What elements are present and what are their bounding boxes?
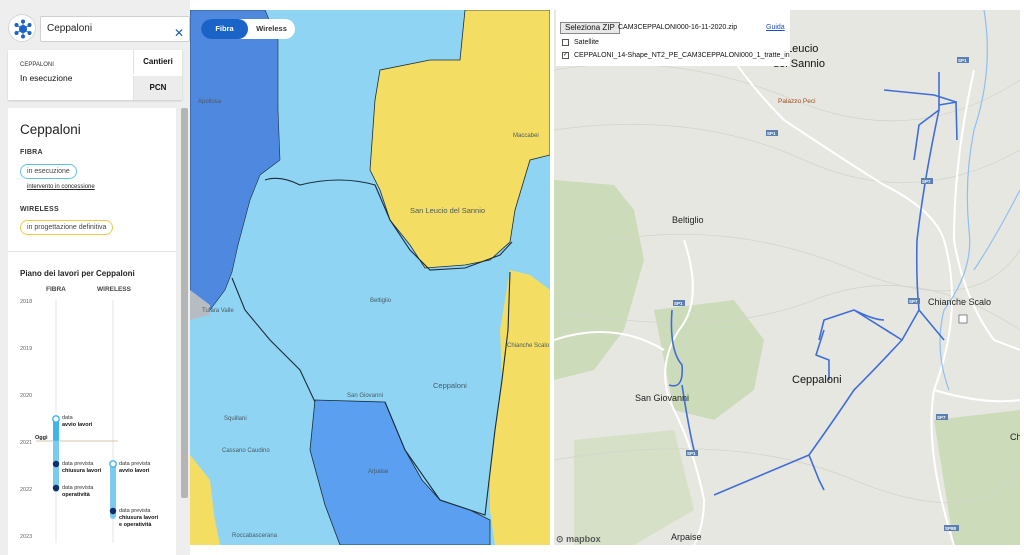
fibra-event-line2: operatività	[62, 492, 91, 498]
status-state: In esecuzione	[20, 73, 73, 83]
year-label: 2018	[20, 299, 32, 305]
place-label: Arpaise	[671, 532, 702, 542]
svg-text:SP1: SP1	[958, 58, 967, 63]
year-label: 2019	[20, 346, 32, 352]
network-type-toggle: Fibra Wireless	[201, 19, 295, 39]
place-label: San Giovanni	[635, 393, 689, 403]
wireless-milestone-start	[109, 460, 117, 468]
timeline-chart: 2018 2019 2020 2021 2022 2023 Oggi data …	[20, 299, 159, 543]
fibra-milestone-start	[52, 415, 60, 423]
place-label: Squillani	[224, 416, 247, 422]
svg-text:SP1: SP1	[687, 451, 696, 456]
satellite-checkbox[interactable]	[562, 39, 569, 46]
fibra-milestone-operational	[52, 484, 60, 492]
wireless-event-line2: chiusura lavori	[119, 515, 159, 521]
year-label: 2021	[20, 440, 32, 446]
search-input[interactable]: Ceppaloni ✕	[40, 16, 190, 42]
divider	[8, 251, 176, 252]
place-label: Chianche Scalo	[928, 297, 991, 307]
place-label: Apollosa	[198, 99, 222, 105]
close-icon[interactable]: ✕	[171, 22, 187, 44]
place-label: Arpaise	[368, 469, 389, 475]
place-label: Chianche Scalo	[507, 343, 550, 349]
app-root: Ceppaloni ✕ CEPPALONI In esecuzione Cant…	[0, 0, 1024, 555]
fibra-milestone-close	[52, 460, 60, 468]
place-label: Beltiglio	[672, 215, 704, 225]
place-label: Roccabascerana	[232, 533, 278, 539]
svg-text:SP1: SP1	[767, 131, 776, 136]
svg-text:SP1: SP1	[674, 301, 683, 306]
place-label: Palazzo Peci	[778, 98, 816, 105]
mapbox-icon: ⊙	[556, 534, 564, 544]
year-label: 2023	[20, 534, 32, 540]
coverage-map-canvas: Apollosa San Leucio del Sannio Maccabei …	[190, 10, 550, 545]
fibra-event-line2: avvio lavori	[62, 422, 93, 428]
svg-text:SP88: SP88	[945, 526, 957, 531]
wireless-milestone-end	[109, 507, 117, 515]
cantieri-button[interactable]: Cantieri	[133, 50, 182, 74]
pcn-button[interactable]: PCN	[133, 76, 182, 100]
fibra-event-line1: data prevista	[62, 485, 94, 491]
select-zip-button[interactable]: Seleziona ZIP	[560, 22, 620, 34]
status-card: CEPPALONI In esecuzione Cantieri PCN	[8, 50, 182, 100]
place-label: Leucio	[786, 43, 818, 55]
concessione-link[interactable]: intervento in concessione	[27, 184, 95, 190]
search-bar: Ceppaloni ✕	[8, 12, 190, 44]
plan-title: Piano dei lavori per Ceppaloni	[20, 269, 135, 278]
fibra-section-label: FIBRA	[20, 149, 43, 156]
place-label: Ceppaloni	[792, 374, 842, 386]
detail-panel: Ceppaloni FIBRA in esecuzione intervento…	[8, 108, 176, 555]
wireless-section-label: WIRELESS	[20, 206, 59, 213]
app-logo[interactable]	[8, 14, 36, 42]
fibra-event-line2: chiusura lavori	[62, 468, 102, 474]
wireless-event-line1: data prevista	[119, 461, 151, 467]
mapbox-attribution[interactable]: ⊙ mapbox	[556, 534, 601, 545]
network-logo-icon	[14, 19, 32, 39]
station-icon	[958, 314, 968, 324]
guide-link[interactable]: Guida	[766, 24, 785, 31]
coverage-map[interactable]: Apollosa San Leucio del Sannio Maccabei …	[190, 10, 550, 545]
mapbox-label: mapbox	[566, 534, 601, 544]
place-label: Ch	[1010, 432, 1020, 442]
place-label: Cassano Caudino	[222, 448, 270, 454]
zip-file-name: CAM3CEPPALONI000-16-11-2020.zip	[618, 24, 738, 31]
wireless-status-badge: in progettazione definitiva	[20, 220, 114, 235]
fibra-event-line1: data prevista	[62, 461, 94, 467]
place-label: San Leucio del Sannio	[410, 206, 485, 215]
svg-text:SP7: SP7	[922, 179, 931, 184]
search-input-value: Ceppaloni	[47, 23, 93, 34]
wireless-event-line2: avvio lavori	[119, 468, 150, 474]
toggle-wireless[interactable]: Wireless	[248, 19, 295, 39]
place-label: Ceppaloni	[433, 381, 467, 390]
layer-label: CEPPALONI_14-Shape_NT2_PE_CAM3CEPPALONI0…	[574, 52, 790, 59]
today-label: Oggi	[35, 435, 48, 441]
wireless-event-line3: e operatività	[119, 522, 152, 528]
status-city: CEPPALONI	[20, 62, 54, 68]
year-label: 2022	[20, 487, 32, 493]
svg-text:SP7: SP7	[937, 415, 946, 420]
zip-loader-panel: Seleziona ZIP CAM3CEPPALONI000-16-11-202…	[556, 10, 790, 66]
year-label: 2020	[20, 393, 32, 399]
sidebar: Ceppaloni ✕ CEPPALONI In esecuzione Cant…	[0, 0, 190, 555]
svg-text:SP7: SP7	[909, 299, 918, 304]
layer-checkbox[interactable]: ✓	[562, 52, 569, 59]
fibra-event-line1: data	[62, 415, 74, 421]
toggle-fibra[interactable]: Fibra	[201, 19, 248, 39]
place-label: Beltiglio	[370, 298, 392, 304]
route-map-canvas: SP1 SP1 SP7 SP7 SP7 SP1 SP1 SP88 Leucio …	[554, 10, 1020, 545]
route-map[interactable]: SP1 SP1 SP7 SP7 SP7 SP1 SP1 SP88 Leucio …	[554, 10, 1020, 545]
satellite-label: Satellite	[574, 39, 599, 46]
wireless-event-line1: data prevista	[119, 508, 151, 514]
scrollbar[interactable]	[181, 108, 188, 498]
place-label: Tufara Valle	[202, 308, 234, 314]
place-label: Maccabei	[513, 133, 539, 139]
fibra-status-badge: in esecuzione	[20, 164, 77, 179]
page-title: Ceppaloni	[20, 122, 81, 137]
place-label: San Giovanni	[347, 393, 383, 399]
